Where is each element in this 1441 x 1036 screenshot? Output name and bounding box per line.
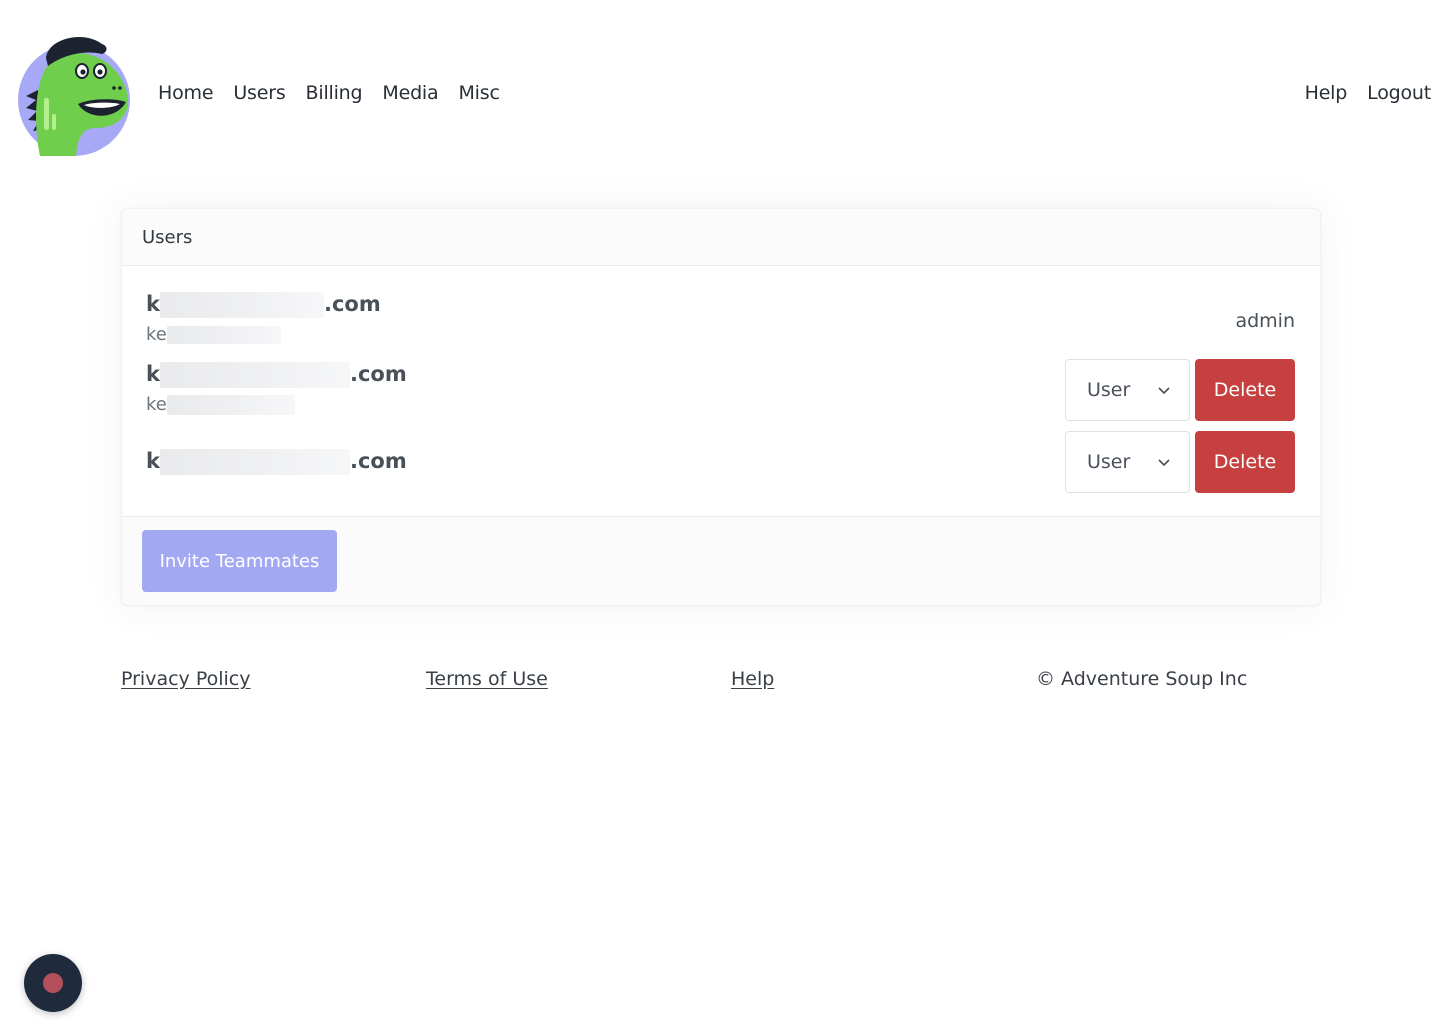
nav-logout[interactable]: Logout xyxy=(1367,82,1431,104)
user-name: ke xyxy=(146,324,281,345)
role-select[interactable]: User xyxy=(1065,359,1190,421)
delete-button[interactable]: Delete xyxy=(1195,359,1295,421)
account-nav: Help Logout xyxy=(1305,82,1432,104)
record-widget-button[interactable] xyxy=(24,954,82,1012)
redacted-block xyxy=(159,449,350,475)
terms-of-use-link[interactable]: Terms of Use xyxy=(426,668,548,690)
copyright-text: © Adventure Soup Inc xyxy=(1036,668,1248,690)
top-navbar: Home Users Billing Media Misc Help Logou… xyxy=(0,0,1441,170)
redacted-block xyxy=(166,326,281,344)
user-email: k .com xyxy=(146,362,407,388)
nav-misc[interactable]: Misc xyxy=(458,82,499,104)
record-icon xyxy=(43,973,63,993)
nav-home[interactable]: Home xyxy=(158,82,214,104)
privacy-policy-link[interactable]: Privacy Policy xyxy=(121,668,250,690)
nav-billing[interactable]: Billing xyxy=(306,82,363,104)
user-email: k .com xyxy=(146,292,381,318)
nav-users[interactable]: Users xyxy=(233,82,285,104)
user-name: ke xyxy=(146,394,295,415)
users-list: k.com ke admin k.com ke User Delete k xyxy=(122,266,1320,518)
card-footer: Invite Teammates xyxy=(122,516,1320,605)
role-select[interactable]: User xyxy=(1065,431,1190,493)
redacted-block xyxy=(159,362,350,388)
redacted-block xyxy=(166,395,295,415)
role-label: admin xyxy=(1235,310,1295,332)
card-title: Users xyxy=(122,209,1320,266)
nav-help[interactable]: Help xyxy=(1305,82,1348,104)
chevron-down-icon xyxy=(1158,459,1170,467)
invite-teammates-button[interactable]: Invite Teammates xyxy=(142,530,337,592)
chevron-down-icon xyxy=(1158,387,1170,395)
users-card: Users k .com ke admin k .com ke User Dele xyxy=(121,208,1321,606)
redacted-block xyxy=(159,292,324,318)
delete-button[interactable]: Delete xyxy=(1195,431,1295,493)
user-email: k .com xyxy=(146,449,407,475)
main-nav: Home Users Billing Media Misc xyxy=(158,82,500,104)
nav-media[interactable]: Media xyxy=(382,82,438,104)
dinosaur-logo-icon[interactable] xyxy=(16,28,134,158)
help-link[interactable]: Help xyxy=(731,668,774,690)
